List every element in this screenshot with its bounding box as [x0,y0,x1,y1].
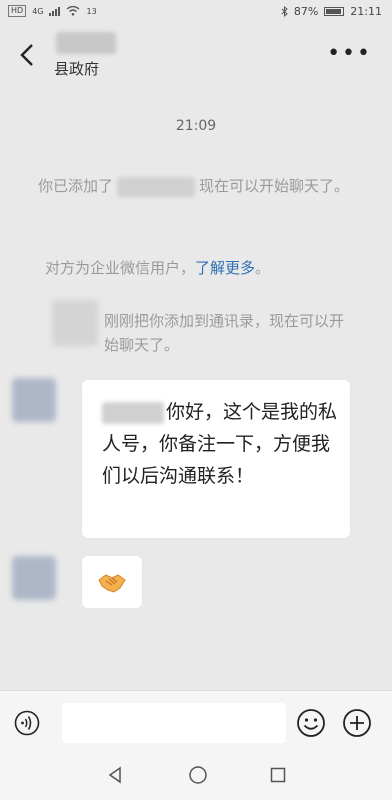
learn-more-link[interactable]: 了解更多 [195,259,255,277]
message-bubble[interactable]: 你好，这个是我的私人号，你备注一下，方便我们以后沟通联系！ [82,380,350,538]
handshake-icon [98,574,126,593]
contact-org-title: 县政府 [54,60,100,78]
emoji-icon[interactable] [296,708,326,738]
voice-icon[interactable] [14,710,40,736]
added-suffix-text: 现在可以开始聊天了。 [199,177,350,195]
enterprise-end-text: 。 [255,259,271,277]
wifi-icon [67,6,80,16]
avatar[interactable] [12,556,56,600]
system-message-enterprise: 对方为企业微信用户，了解更多。 [45,256,365,280]
chevron-left-icon [20,44,33,66]
back-button[interactable] [14,40,42,70]
square-recent-icon[interactable] [270,767,286,783]
status-left: HD 4G 13 [8,5,97,17]
notification-count: 13 [86,6,97,16]
message-input[interactable] [62,703,286,743]
system-message-added: 你已添加了 现在可以开始聊天了。 [38,174,358,198]
status-bar: HD 4G 13 87% 21:11 [0,0,392,24]
circle-home-icon[interactable] [188,765,208,785]
status-time: 21:11 [350,5,382,18]
signal-label: 4G [32,6,44,16]
message-bubble[interactable] [82,556,142,608]
message-text: 你好，这个是我的私人号，你备注一下，方便我们以后沟通联系！ [102,396,342,492]
hd-label: HD [8,5,27,17]
ellipsis-icon: ••• [327,41,372,66]
battery-icon [324,7,345,16]
chat-timestamp: 21:09 [175,118,217,134]
plus-icon[interactable] [342,708,372,738]
chat-header: 县政府 ••• [0,24,392,90]
bluetooth-icon [281,6,288,17]
redacted-name [102,401,164,424]
enterprise-text: 对方为企业微信用户， [45,259,196,277]
signal-icon [49,6,61,16]
input-bar [0,690,392,753]
added-prefix-text: 你已添加了 [38,177,114,195]
contact-name-redacted [56,32,116,54]
more-options-button[interactable]: ••• [327,41,372,66]
contact-added-text: 刚刚把你添加到通讯录，现在可以开始聊天了。 [104,312,345,354]
system-message-contact-added: 刚刚把你添加到通讯录，现在可以开始聊天了。 [56,309,356,357]
triangle-back-icon[interactable] [106,766,124,784]
system-nav-bar [0,752,392,800]
status-right: 87% 21:11 [281,5,382,18]
battery-percent: 87% [293,5,319,18]
avatar[interactable] [12,378,56,422]
redacted-name [117,176,196,197]
